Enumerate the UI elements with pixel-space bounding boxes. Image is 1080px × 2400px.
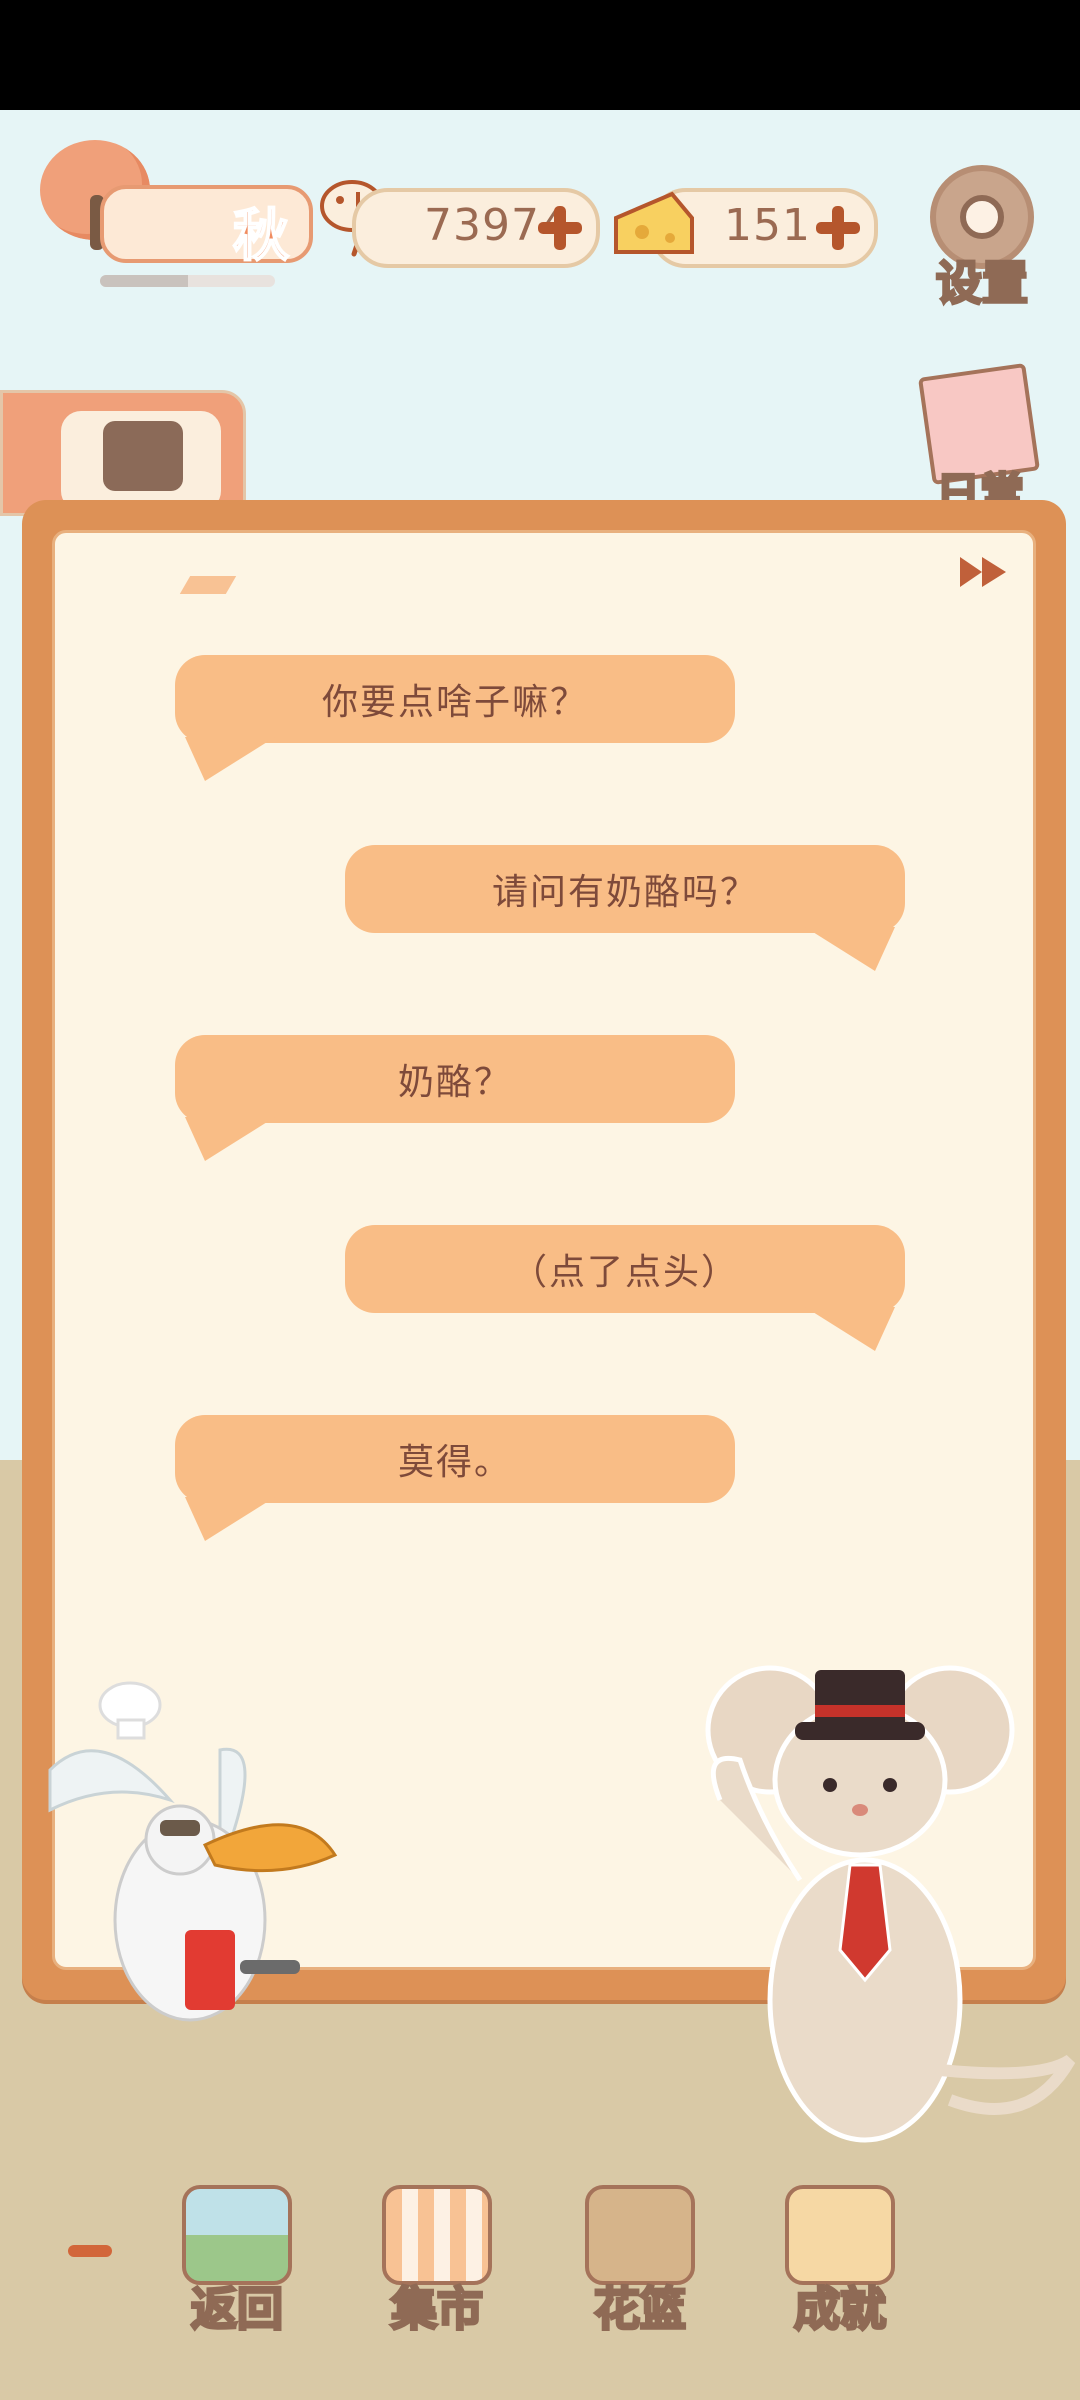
- dialogue-text-4: （点了点头）: [510, 1252, 739, 1293]
- dialogue-text-2: 请问有奶酪吗？: [491, 872, 758, 913]
- add-cheese-button[interactable]: [814, 204, 862, 252]
- season-plate: 秋: [100, 185, 313, 270]
- dialogue-text-1: 你要点啥子嘛？: [321, 682, 588, 723]
- dialogue-bubble-4: （点了点头）: [345, 1225, 905, 1351]
- settings-button[interactable]: 设置: [922, 165, 1042, 312]
- add-fish-button[interactable]: [536, 204, 584, 252]
- bubble-tail: [805, 927, 895, 971]
- market-stall-icon: [382, 2185, 492, 2285]
- cheese-icon: [614, 191, 694, 254]
- fish-currency: 73974: [352, 188, 600, 268]
- nav-back-label: 返回: [190, 2281, 285, 2338]
- nav-back-button[interactable]: 返回: [172, 2185, 302, 2338]
- season-indicator[interactable]: 秋: [40, 140, 313, 287]
- trophy-icon: [785, 2185, 895, 2285]
- bubble-tail: [185, 1497, 275, 1541]
- daily-button[interactable]: 日常: [915, 363, 1045, 522]
- nav-flower-basket-button[interactable]: 花篮: [575, 2185, 705, 2338]
- nav-collapse-handle[interactable]: [68, 2245, 112, 2257]
- season-progress-fill: [100, 275, 188, 287]
- briefcase-icon: [103, 421, 183, 491]
- mouse-character: [705, 1665, 1076, 2143]
- dialogue-bubble-3: 奶酪？: [175, 1035, 735, 1161]
- dialogue-text-3: 奶酪？: [397, 1062, 512, 1103]
- chef-pelican-character: [48, 1681, 338, 2022]
- settings-label: 设置: [935, 255, 1030, 312]
- system-status-bar: [0, 0, 1080, 110]
- flower-basket-icon: [585, 2185, 695, 2285]
- dialogue-bubble-2: 请问有奶酪吗？: [345, 845, 905, 971]
- window-icon: [182, 2185, 292, 2285]
- nav-achievements-button[interactable]: 成就: [775, 2185, 905, 2338]
- nav-market-button[interactable]: 集市: [372, 2185, 502, 2338]
- bubble-tail: [185, 737, 275, 781]
- season-label: 秋: [232, 203, 290, 270]
- fast-forward-icon[interactable]: [958, 555, 1010, 589]
- bag-button[interactable]: [0, 390, 246, 516]
- dialogue-bubble-5: 莫得。: [175, 1415, 735, 1541]
- bubble-tail: [185, 1117, 275, 1161]
- cheese-currency-value: 151: [724, 200, 811, 251]
- nav-market-label: 集市: [390, 2281, 485, 2338]
- dialogue-text-5: 莫得。: [397, 1442, 512, 1483]
- dialogue-bubble-1: 你要点啥子嘛？: [175, 655, 735, 781]
- nav-achievements-label: 成就: [793, 2281, 888, 2338]
- season-progress-bar: [100, 275, 275, 287]
- bubble-tail: [805, 1307, 895, 1351]
- nav-flower-basket-label: 花篮: [593, 2281, 688, 2338]
